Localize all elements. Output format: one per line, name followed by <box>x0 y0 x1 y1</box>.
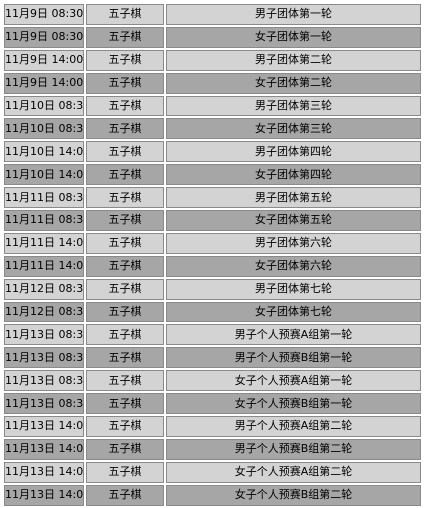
round-cell: 男子团体第二轮 <box>166 49 421 71</box>
schedule-table: 11月9日 08:30 五子棋 男子团体第一轮 11月9日 08:30 五子棋 … <box>2 2 423 508</box>
round-cell: 女子团体第四轮 <box>166 164 421 186</box>
round-cell: 女子团体第一轮 <box>166 26 421 48</box>
table-row: 11月9日 14:00 五子棋 男子团体第二轮 <box>4 49 421 71</box>
table-row: 11月11日 14:00 五子棋 女子团体第六轮 <box>4 255 421 277</box>
table-row: 11月9日 08:30 五子棋 女子团体第一轮 <box>4 26 421 48</box>
time-cell: 11月13日 08:30 <box>4 347 84 369</box>
time-cell: 11月9日 14:00 <box>4 49 84 71</box>
round-cell: 女子个人预赛A组第二轮 <box>166 461 421 483</box>
time-cell: 11月13日 14:00 <box>4 438 84 460</box>
time-cell: 11月11日 08:30 <box>4 210 84 231</box>
round-cell: 女子个人预赛B组第一轮 <box>166 393 421 415</box>
time-cell: 11月10日 08:30 <box>4 95 84 117</box>
time-cell: 11月11日 14:00 <box>4 255 84 277</box>
round-cell: 女子个人预赛B组第二轮 <box>166 484 421 506</box>
game-cell: 五子棋 <box>86 95 164 117</box>
table-row: 11月13日 08:30 五子棋 女子个人预赛A组第一轮 <box>4 370 421 392</box>
table-row: 11月10日 14:00 五子棋 女子团体第四轮 <box>4 164 421 186</box>
round-cell: 男子团体第五轮 <box>166 187 421 209</box>
game-cell: 五子棋 <box>86 438 164 460</box>
table-row: 11月9日 08:30 五子棋 男子团体第一轮 <box>4 4 421 25</box>
game-cell: 五子棋 <box>86 4 164 25</box>
round-cell: 女子团体第三轮 <box>166 118 421 140</box>
time-cell: 11月12日 08:30 <box>4 278 84 300</box>
game-cell: 五子棋 <box>86 461 164 483</box>
time-cell: 11月13日 08:30 <box>4 324 84 346</box>
time-cell: 11月9日 14:00 <box>4 72 84 94</box>
table-row: 11月12日 08:30 五子棋 女子团体第七轮 <box>4 301 421 323</box>
game-cell: 五子棋 <box>86 255 164 277</box>
table-row: 11月10日 14:00 五子棋 男子团体第四轮 <box>4 141 421 163</box>
game-cell: 五子棋 <box>86 141 164 163</box>
round-cell: 男子个人预赛A组第二轮 <box>166 416 421 437</box>
table-row: 11月13日 14:00 五子棋 男子个人预赛B组第二轮 <box>4 438 421 460</box>
time-cell: 11月13日 14:00 <box>4 416 84 437</box>
round-cell: 女子团体第六轮 <box>166 255 421 277</box>
round-cell: 男子个人预赛B组第一轮 <box>166 347 421 369</box>
table-row: 11月11日 14:00 五子棋 男子团体第六轮 <box>4 232 421 254</box>
table-row: 11月11日 08:30 五子棋 女子团体第五轮 <box>4 210 421 231</box>
game-cell: 五子棋 <box>86 187 164 209</box>
time-cell: 11月13日 14:00 <box>4 461 84 483</box>
round-cell: 男子团体第六轮 <box>166 232 421 254</box>
time-cell: 11月13日 08:30 <box>4 370 84 392</box>
schedule-body: 11月9日 08:30 五子棋 男子团体第一轮 11月9日 08:30 五子棋 … <box>4 4 421 506</box>
table-row: 11月13日 14:00 五子棋 女子个人预赛A组第二轮 <box>4 461 421 483</box>
game-cell: 五子棋 <box>86 416 164 437</box>
table-row: 11月11日 08:30 五子棋 男子团体第五轮 <box>4 187 421 209</box>
game-cell: 五子棋 <box>86 72 164 94</box>
round-cell: 男子团体第一轮 <box>166 4 421 25</box>
game-cell: 五子棋 <box>86 118 164 140</box>
time-cell: 11月12日 08:30 <box>4 301 84 323</box>
round-cell: 男子个人预赛A组第一轮 <box>166 324 421 346</box>
game-cell: 五子棋 <box>86 370 164 392</box>
time-cell: 11月11日 08:30 <box>4 187 84 209</box>
game-cell: 五子棋 <box>86 347 164 369</box>
time-cell: 11月11日 14:00 <box>4 232 84 254</box>
game-cell: 五子棋 <box>86 164 164 186</box>
round-cell: 女子个人预赛A组第一轮 <box>166 370 421 392</box>
table-row: 11月9日 14:00 五子棋 女子团体第二轮 <box>4 72 421 94</box>
round-cell: 女子团体第二轮 <box>166 72 421 94</box>
time-cell: 11月13日 08:30 <box>4 393 84 415</box>
table-row: 11月13日 14:00 五子棋 男子个人预赛A组第二轮 <box>4 416 421 437</box>
table-row: 11月13日 08:30 五子棋 女子个人预赛B组第一轮 <box>4 393 421 415</box>
table-row: 11月10日 08:30 五子棋 男子团体第三轮 <box>4 95 421 117</box>
time-cell: 11月9日 08:30 <box>4 26 84 48</box>
round-cell: 男子团体第三轮 <box>166 95 421 117</box>
round-cell: 男子团体第四轮 <box>166 141 421 163</box>
time-cell: 11月9日 08:30 <box>4 4 84 25</box>
game-cell: 五子棋 <box>86 301 164 323</box>
table-row: 11月13日 08:30 五子棋 男子个人预赛B组第一轮 <box>4 347 421 369</box>
game-cell: 五子棋 <box>86 232 164 254</box>
time-cell: 11月13日 14:00 <box>4 484 84 506</box>
round-cell: 女子团体第五轮 <box>166 210 421 231</box>
round-cell: 男子个人预赛B组第二轮 <box>166 438 421 460</box>
round-cell: 男子团体第七轮 <box>166 278 421 300</box>
time-cell: 11月10日 14:00 <box>4 164 84 186</box>
game-cell: 五子棋 <box>86 26 164 48</box>
game-cell: 五子棋 <box>86 324 164 346</box>
table-row: 11月13日 14:00 五子棋 女子个人预赛B组第二轮 <box>4 484 421 506</box>
game-cell: 五子棋 <box>86 393 164 415</box>
time-cell: 11月10日 08:30 <box>4 118 84 140</box>
table-row: 11月10日 08:30 五子棋 女子团体第三轮 <box>4 118 421 140</box>
table-row: 11月13日 08:30 五子棋 男子个人预赛A组第一轮 <box>4 324 421 346</box>
game-cell: 五子棋 <box>86 210 164 231</box>
game-cell: 五子棋 <box>86 49 164 71</box>
game-cell: 五子棋 <box>86 278 164 300</box>
round-cell: 女子团体第七轮 <box>166 301 421 323</box>
table-row: 11月12日 08:30 五子棋 男子团体第七轮 <box>4 278 421 300</box>
game-cell: 五子棋 <box>86 484 164 506</box>
time-cell: 11月10日 14:00 <box>4 141 84 163</box>
